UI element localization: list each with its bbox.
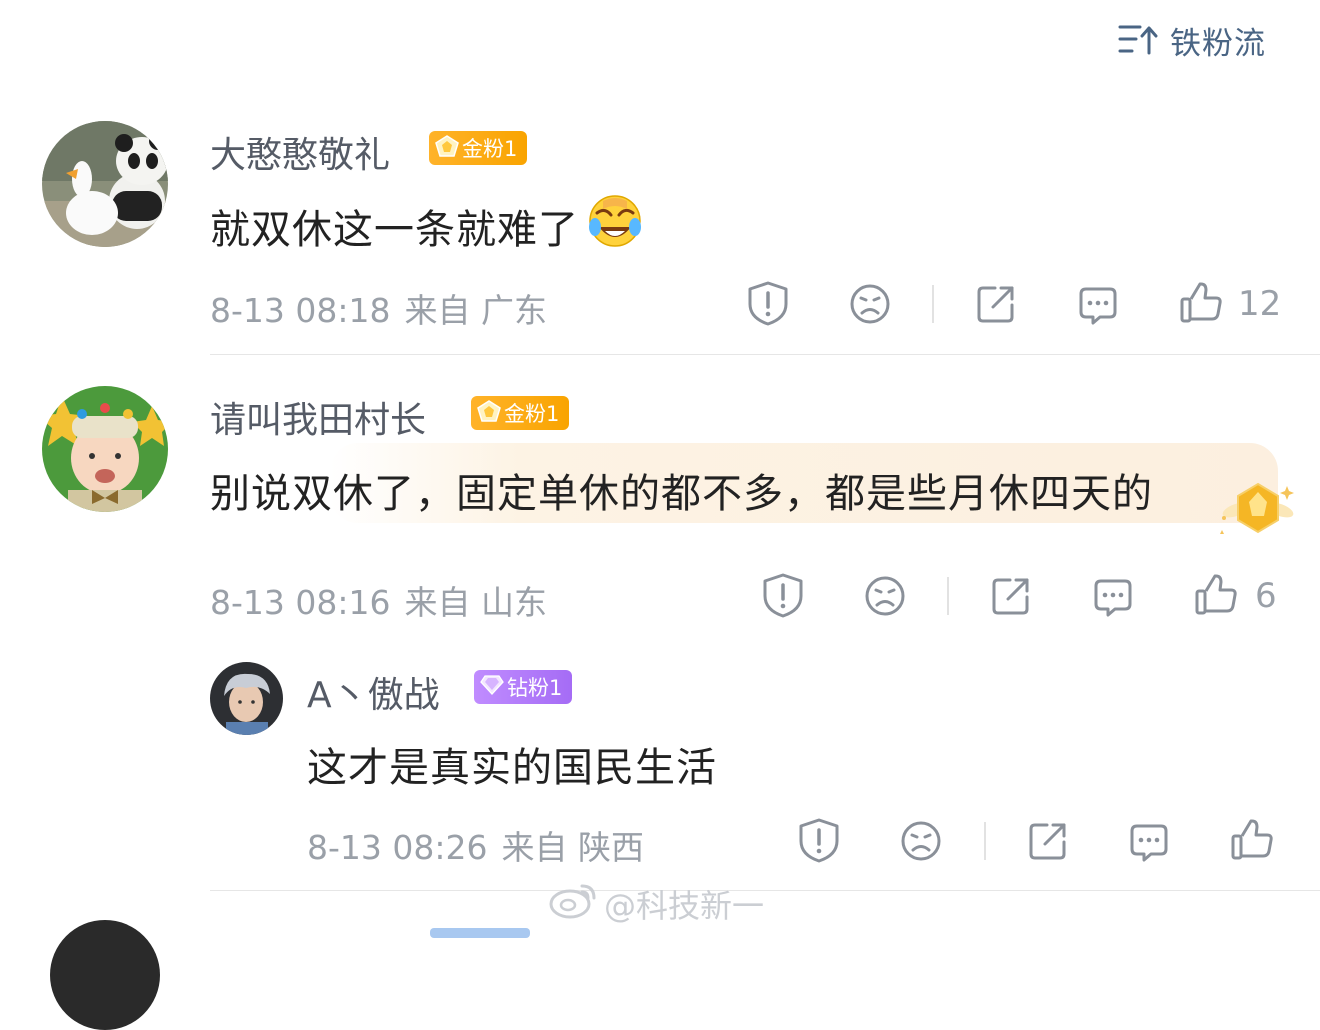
crown-icon [435, 134, 459, 162]
action-divider [984, 822, 986, 860]
like-count: 6 [1255, 576, 1277, 616]
thumbs-up-icon [1180, 282, 1222, 323]
action-divider [932, 285, 934, 323]
comment-bubble-icon [1130, 824, 1168, 862]
sort-label: 铁粉流 [1170, 26, 1266, 62]
fan-badge[interactable]: 金粉1 [471, 396, 570, 430]
share-button[interactable] [988, 573, 1034, 619]
thumbs-up-icon [1195, 574, 1237, 615]
comment-meta: 8-13 08:16 来自 山东 [210, 576, 547, 624]
share-icon [1029, 823, 1066, 860]
report-shield-icon [799, 818, 839, 863]
comment-bubble-icon [1094, 579, 1132, 617]
reply-button[interactable] [1090, 574, 1136, 620]
avatar[interactable] [42, 386, 168, 512]
weibo-logo-icon [548, 880, 598, 928]
like-button[interactable] [1193, 572, 1239, 618]
gold-fan-medal-icon [1216, 478, 1300, 538]
share-button[interactable] [1025, 818, 1071, 864]
comment-body: 就双休这一条就难了 [210, 207, 579, 253]
report-shield-icon [763, 573, 803, 618]
sort-toggle[interactable]: 铁粉流 [1118, 18, 1266, 63]
sad-face-icon [901, 821, 941, 861]
diamond-icon [480, 674, 504, 700]
report-button[interactable] [759, 571, 807, 619]
sad-face-icon [850, 284, 890, 324]
comment-location: 来自 山东 [404, 583, 548, 622]
like-button[interactable] [1229, 817, 1275, 863]
fan-badge[interactable]: 金粉1 [429, 131, 528, 165]
crown-icon [477, 399, 501, 427]
action-divider [947, 577, 949, 615]
reply-button[interactable] [1075, 282, 1121, 328]
comment-time: 8-13 08:26 [307, 828, 488, 867]
share-icon [977, 286, 1014, 323]
comment-text: 别说双休了，固定单休的都不多，都是些月休四天的 [210, 471, 1153, 517]
username[interactable]: 大憨憨敬礼 [210, 126, 390, 178]
fan-badge[interactable] [430, 928, 530, 938]
reply-button[interactable] [1126, 819, 1172, 865]
like-count: 12 [1238, 284, 1282, 324]
comment-meta: 8-13 08:18 来自 广东 [210, 284, 547, 332]
comment-bubble-icon [1079, 287, 1117, 325]
username[interactable]: A丶傲战 [307, 666, 440, 718]
thumbs-up-icon [1231, 819, 1273, 860]
comment-location: 来自 广东 [404, 291, 548, 330]
report-button[interactable] [744, 279, 792, 327]
username[interactable]: 请叫我田村长 [210, 391, 426, 443]
comment-time: 8-13 08:18 [210, 291, 391, 330]
avatar[interactable] [50, 920, 160, 1030]
comment-divider [210, 890, 1320, 891]
dislike-button[interactable] [846, 282, 894, 326]
like-button[interactable] [1178, 280, 1224, 326]
watermark-text: @科技新一 [604, 887, 765, 925]
comment-text: 这才是真实的国民生活 [307, 745, 717, 791]
share-button[interactable] [973, 281, 1019, 327]
sad-face-icon [865, 576, 905, 616]
fan-badge[interactable]: 钻粉1 [474, 670, 573, 704]
comment-location: 来自 陕西 [501, 828, 645, 867]
dislike-button[interactable] [861, 574, 909, 618]
report-button[interactable] [795, 816, 843, 864]
sort-lines-icon [1118, 21, 1158, 61]
comment-meta: 8-13 08:26 来自 陕西 [307, 821, 644, 869]
comment-text: 就双休这一条就难了 [210, 193, 643, 259]
avatar[interactable] [210, 662, 283, 735]
laugh-cry-emoji [587, 193, 643, 259]
share-icon [992, 578, 1029, 615]
comment-time: 8-13 08:16 [210, 583, 391, 622]
watermark: @科技新一 [548, 880, 764, 928]
report-shield-icon [748, 281, 788, 326]
avatar[interactable] [42, 121, 168, 247]
dislike-button[interactable] [897, 819, 945, 863]
comment-divider [210, 354, 1320, 355]
